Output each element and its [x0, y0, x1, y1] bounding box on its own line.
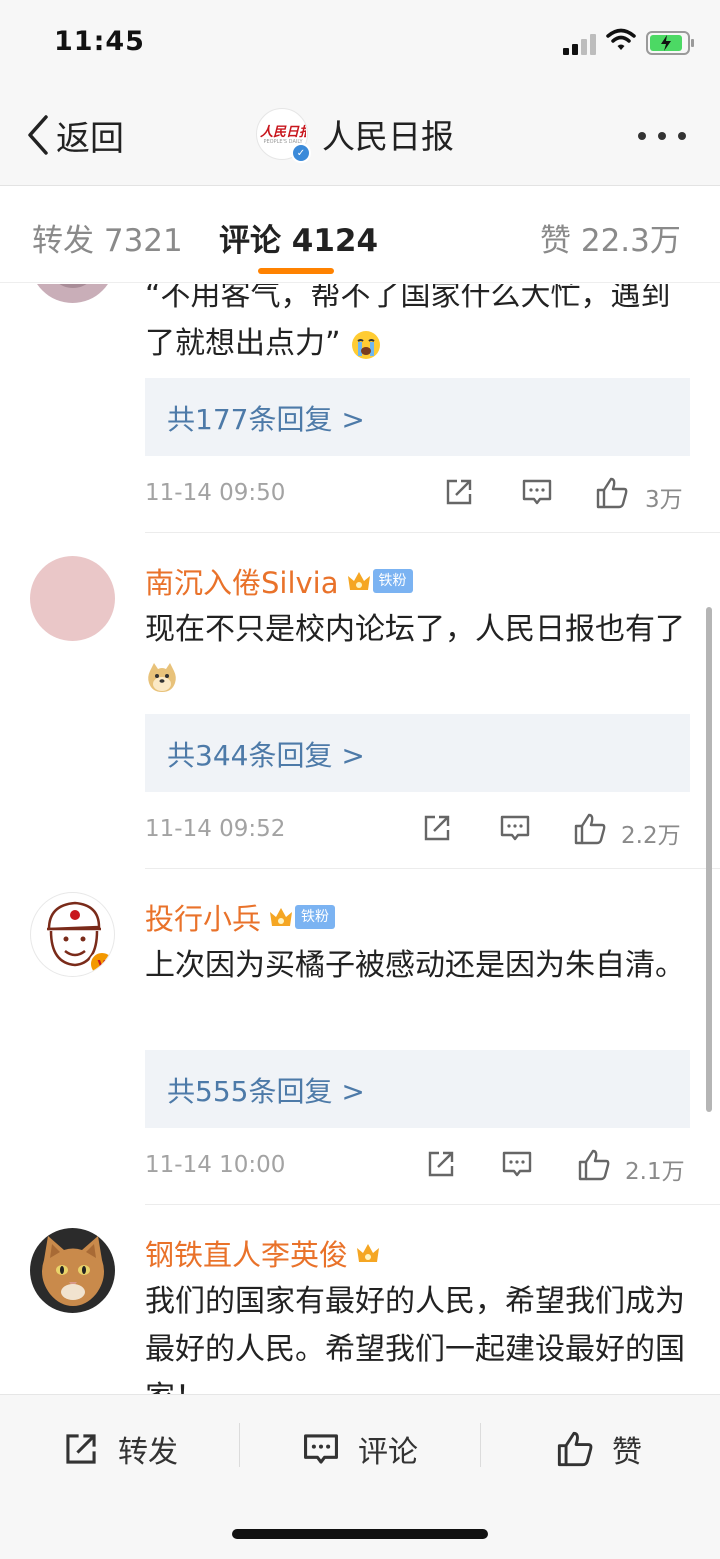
status-bar: 11:45 — [0, 0, 720, 92]
comment-meta: 11-14 09:50 3万 — [145, 476, 690, 516]
navigation-bar: 返回 人民日报 PEOPLE'S DAILY ✓ 人民日报 — [0, 92, 720, 186]
bottom-action-bar: 转发 评论 赞 — [0, 1394, 720, 1559]
wifi-icon — [606, 28, 636, 50]
comment-text: 上次因为买橘子被感动还是因为朱自清。 — [145, 948, 685, 983]
thumbs-up-icon — [557, 1431, 593, 1467]
comment-timestamp: 11-14 09:50 — [145, 480, 286, 506]
tab-bar: 转发 7321 评论 4124 赞 22.3万 — [0, 187, 720, 283]
fan-badge: 铁粉 — [372, 569, 413, 593]
like-button[interactable]: 赞 — [556, 1427, 642, 1471]
comment-text: 现在不只是校内论坛了，人民日报也有了 — [145, 606, 695, 702]
divider — [145, 532, 720, 533]
like-count: 3万 — [645, 487, 683, 513]
more-options-button[interactable] — [638, 132, 686, 140]
replies-count-label: 共344条回复 > — [167, 739, 365, 772]
crying-face-icon — [352, 331, 381, 359]
avatar[interactable] — [30, 1228, 115, 1313]
chevron-left-icon — [28, 115, 48, 155]
active-tab-indicator — [258, 268, 334, 274]
comment-username[interactable]: 投行小兵 铁粉 — [145, 896, 336, 938]
comment-timestamp: 11-14 10:00 — [145, 1152, 286, 1178]
repost-icon[interactable] — [425, 1148, 457, 1180]
comment-meta: 11-14 09:52 2.2万 — [145, 812, 690, 852]
avatar[interactable] — [30, 284, 115, 303]
crown-icon — [357, 1244, 380, 1262]
verified-icon: ✓ — [291, 143, 311, 163]
divider — [145, 868, 720, 869]
tab-reposts[interactable]: 转发 7321 — [32, 215, 183, 260]
comment-list[interactable]: “不用客气，帮不了国家什么大忙，遇到了就想出点力” 共177条回复 > 11-1… — [0, 284, 720, 1394]
thumbs-up-icon[interactable] — [595, 476, 629, 510]
repost-icon[interactable] — [443, 476, 475, 508]
battery-icon — [646, 31, 694, 55]
avatar[interactable]: v — [30, 892, 115, 977]
comment-meta: 11-14 10:00 2.1万 — [145, 1148, 690, 1188]
comment-text: 我们的国家有最好的人民，希望我们成为最好的人民。希望我们一起建设最好的国家！ — [145, 1284, 685, 1394]
people-daily-logo: 人民日报 PEOPLE'S DAILY ✓ — [256, 108, 311, 163]
comment-icon — [304, 1434, 338, 1464]
crown-icon — [270, 908, 293, 926]
comment-timestamp: 11-14 09:52 — [145, 816, 286, 842]
thumbs-up-icon[interactable] — [577, 1148, 611, 1182]
replies-count-label: 共555条回复 > — [167, 1075, 365, 1108]
like-count: 2.1万 — [625, 1159, 685, 1185]
repost-icon — [66, 1434, 96, 1464]
more-dot-icon — [658, 132, 666, 140]
divider — [239, 1423, 240, 1467]
fan-badge: 铁粉 — [295, 905, 336, 929]
comment-username[interactable]: 钢铁直人李英俊 — [145, 1232, 382, 1274]
doge-face-icon — [148, 663, 176, 692]
avatar[interactable] — [30, 556, 115, 641]
more-dot-icon — [638, 132, 646, 140]
tab-likes[interactable]: 赞 22.3万 — [540, 215, 681, 260]
divider — [480, 1423, 481, 1467]
repost-button[interactable]: 转发 — [62, 1427, 178, 1471]
verified-icon: v — [89, 951, 114, 976]
cat-avatar-icon — [42, 1236, 104, 1306]
back-label: 返回 — [56, 118, 124, 159]
account-header[interactable]: 人民日报 PEOPLE'S DAILY ✓ 人民日报 — [256, 108, 454, 163]
status-time: 11:45 — [54, 26, 145, 57]
tab-comments[interactable]: 评论 4124 — [219, 215, 378, 260]
back-button[interactable]: 返回 — [24, 110, 124, 160]
replies-button[interactable]: 共344条回复 > — [145, 714, 690, 792]
account-name: 人民日报 — [322, 117, 454, 156]
comment-username[interactable]: 南沉入倦Silvia 铁粉 — [145, 560, 413, 602]
comment-icon[interactable] — [521, 476, 553, 508]
more-dot-icon — [678, 132, 686, 140]
comment-text: “不用客气，帮不了国家什么大忙，遇到了就想出点力” — [145, 284, 671, 361]
logo-text: 人民日报 — [260, 125, 306, 140]
repost-icon[interactable] — [421, 812, 453, 844]
replies-button[interactable]: 共177条回复 > — [145, 378, 690, 456]
scrollbar[interactable] — [706, 607, 712, 1112]
divider — [145, 1204, 720, 1205]
replies-count-label: 共177条回复 > — [167, 403, 365, 436]
comment-label: 评论 — [358, 1435, 418, 1470]
like-label: 赞 — [612, 1435, 642, 1470]
repost-label: 转发 — [118, 1435, 178, 1470]
home-indicator[interactable] — [232, 1529, 488, 1539]
replies-button[interactable]: 共555条回复 > — [145, 1050, 690, 1128]
thumbs-up-icon[interactable] — [573, 812, 607, 846]
cellular-signal-icon — [563, 33, 599, 55]
comment-icon[interactable] — [499, 812, 531, 844]
crown-icon — [347, 572, 370, 590]
comment-icon[interactable] — [501, 1148, 533, 1180]
comment-button[interactable]: 评论 — [302, 1427, 418, 1471]
like-count: 2.2万 — [621, 823, 681, 849]
